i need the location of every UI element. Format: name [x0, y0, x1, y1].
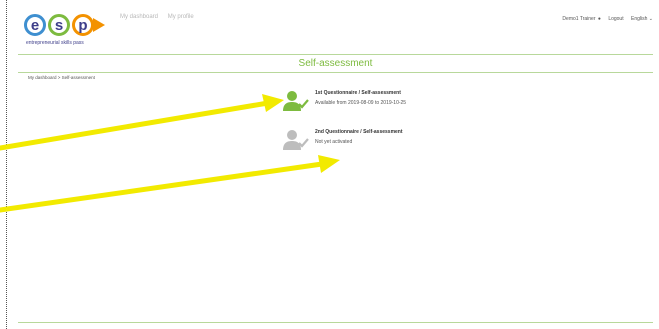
logout-link[interactable]: Logout	[608, 16, 623, 22]
logo-letter-s: s	[48, 14, 70, 36]
main-nav: My dashboard My profile	[120, 14, 202, 20]
user-icon: ●	[597, 16, 601, 22]
user-nav: Demo1 Trainer ● Logout English ⌄	[556, 16, 653, 22]
questionnaire-title[interactable]: 1st Questionnaire / Self-assessment	[315, 90, 401, 96]
chevron-down-icon: ⌄	[648, 16, 653, 22]
footer-divider	[18, 322, 653, 323]
annotation-arrow-2	[0, 155, 340, 213]
language-select[interactable]: English ⌄	[631, 16, 653, 22]
user-name: Demo1 Trainer	[562, 16, 596, 22]
logo-arrow-icon	[93, 18, 105, 32]
questionnaire-title: 2nd Questionnaire / Self-assessment	[315, 129, 403, 135]
nav-my-dashboard[interactable]: My dashboard	[120, 14, 158, 20]
nav-my-profile[interactable]: My profile	[168, 14, 194, 20]
title-divider	[18, 72, 653, 73]
annotation-arrows	[0, 94, 340, 213]
left-dotted-border	[6, 0, 7, 329]
page-title: Self-assessment	[298, 58, 373, 69]
questionnaire-availability: Available from 2019-08-09 to 2019-10-25	[315, 100, 407, 106]
esp-logo[interactable]: e s p entrepreneurial skills pass	[24, 10, 110, 46]
header: e s p entrepreneurial skills pass My das…	[24, 8, 659, 48]
language-label: English	[631, 16, 648, 22]
logo-letter-p: p	[72, 14, 94, 36]
user-check-icon	[283, 91, 309, 111]
annotation-arrow-1	[0, 94, 284, 151]
user-menu[interactable]: Demo1 Trainer ●	[562, 16, 601, 22]
logo-tagline: entrepreneurial skills pass	[26, 40, 84, 46]
questionnaire-status: Not yet activated	[315, 139, 353, 145]
user-check-icon	[283, 130, 309, 150]
logo-letter-e: e	[24, 14, 46, 36]
header-divider	[18, 54, 653, 55]
breadcrumb[interactable]: My dashboard > Self-assessment	[28, 75, 95, 80]
